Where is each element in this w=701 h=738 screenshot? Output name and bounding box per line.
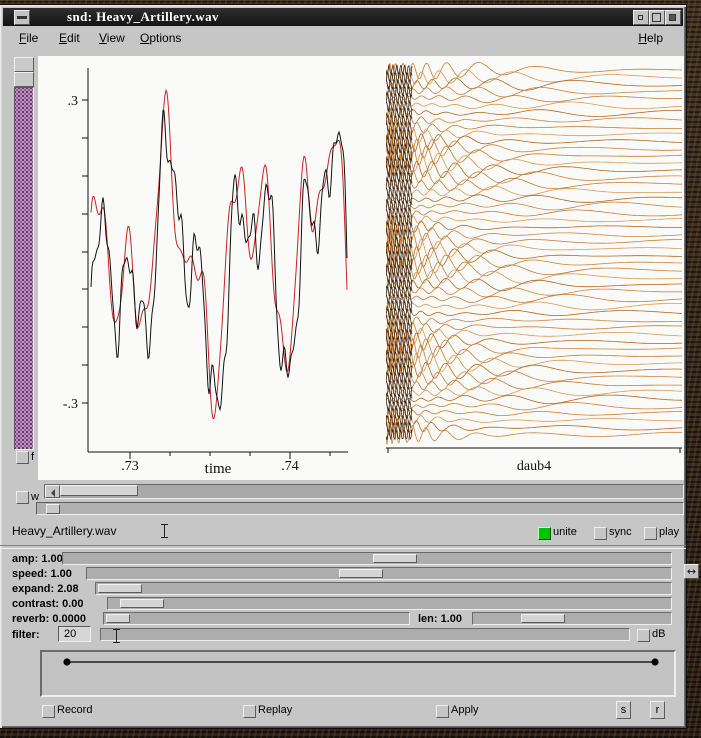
name-row-divider xyxy=(0,545,686,549)
horizontal-scrollbar-thumb[interactable] xyxy=(60,485,138,496)
contrast-label: contrast: 0.00 xyxy=(12,598,84,610)
x-axis-label: time xyxy=(205,461,232,477)
filter-field-cursor-icon xyxy=(113,629,120,643)
window-title: snd: Heavy_Artillery.wav xyxy=(67,9,219,25)
horizontal-scrollbar[interactable] xyxy=(44,484,684,499)
scroll-left-arrow-icon[interactable] xyxy=(45,485,60,498)
y-zoom-box-top[interactable] xyxy=(14,57,34,72)
apply-checkbox[interactable] xyxy=(436,705,449,718)
envelope-graph xyxy=(42,652,674,695)
speed-slider-thumb[interactable] xyxy=(339,569,383,578)
title-bar[interactable]: snd: Heavy_Artillery.wav xyxy=(3,8,683,26)
y-max-label: .3 xyxy=(68,94,79,109)
left-triangle-icon xyxy=(47,489,55,497)
reverb-len-slider[interactable] xyxy=(472,612,672,625)
reverb-len-label: len: 1.00 xyxy=(418,613,462,625)
y-min-label: -.3 xyxy=(63,397,78,412)
filter-label: filter: xyxy=(12,629,40,641)
reverb-slider[interactable] xyxy=(103,612,410,625)
unite-checkbox[interactable] xyxy=(538,527,551,540)
contrast-slider-thumb[interactable] xyxy=(120,599,164,608)
menu-help[interactable]: Help xyxy=(634,30,667,46)
menu-options-mnemonic: O xyxy=(140,31,149,45)
sync-label: sync xyxy=(609,526,632,538)
db-label: dB xyxy=(652,628,665,640)
speed-slider[interactable] xyxy=(86,567,672,580)
envelope-point-right[interactable] xyxy=(651,658,658,665)
menu-file-rest: ile xyxy=(26,31,38,45)
graph-display[interactable]: .3 -.3 .73 .74 time daub4 xyxy=(38,56,684,480)
menu-help-rest: elp xyxy=(647,31,663,45)
apply-label: Apply xyxy=(451,704,479,716)
record-label: Record xyxy=(57,704,92,716)
wavelet-plot xyxy=(386,62,682,444)
menu-edit-rest: dit xyxy=(67,31,80,45)
x-tick2-label: .74 xyxy=(281,459,299,474)
reverb-len-slider-thumb[interactable] xyxy=(521,614,565,623)
replay-label: Replay xyxy=(258,704,292,716)
unite-label: unite xyxy=(553,526,577,538)
record-checkbox[interactable] xyxy=(42,705,55,718)
reverb-slider-thumb[interactable] xyxy=(106,614,130,623)
menu-options-rest: ptions xyxy=(149,31,181,45)
waveform-plot xyxy=(91,90,347,418)
filter-order-input[interactable] xyxy=(58,626,91,642)
reverb-label: reverb: 0.0000 xyxy=(12,613,86,625)
menu-options[interactable]: Options xyxy=(136,30,185,46)
sync-checkbox[interactable] xyxy=(594,527,607,540)
envelope-point-left[interactable] xyxy=(63,658,70,665)
close-icon[interactable] xyxy=(665,10,681,25)
revert-button[interactable]: r xyxy=(650,701,665,719)
wavelet-axis xyxy=(386,448,682,453)
menu-view-mnemonic: V xyxy=(99,31,107,45)
menu-edit[interactable]: Edit xyxy=(55,30,84,46)
snd-window: snd: Heavy_Artillery.wav File Edit View … xyxy=(0,5,686,728)
sash-handle[interactable] xyxy=(46,504,60,514)
db-checkbox[interactable] xyxy=(637,629,650,642)
pane-sash[interactable] xyxy=(36,502,684,515)
play-checkbox[interactable] xyxy=(644,527,657,540)
window-menu-icon[interactable] xyxy=(14,10,30,25)
amp-label: amp: 1.00 xyxy=(12,553,63,565)
menu-file[interactable]: File xyxy=(15,30,42,46)
y-zoom-box-bottom[interactable] xyxy=(14,72,34,87)
menu-help-mnemonic: H xyxy=(638,31,647,45)
contrast-slider[interactable] xyxy=(107,597,672,610)
text-cursor-icon xyxy=(161,524,168,538)
expand-slider-thumb[interactable] xyxy=(98,584,142,593)
menu-view[interactable]: View xyxy=(95,30,129,46)
x-tick1-label: .73 xyxy=(121,459,139,474)
expand-slider[interactable] xyxy=(95,582,672,595)
wavelet-label: daub4 xyxy=(517,459,551,474)
expand-controls-arrow-icon[interactable]: ↔ xyxy=(684,564,699,579)
menu-bar: File Edit View Options Help xyxy=(3,26,683,49)
replay-checkbox[interactable] xyxy=(243,705,256,718)
expand-label: expand: 2.08 xyxy=(12,583,79,595)
filter-envelope-editor[interactable] xyxy=(40,650,676,697)
filter-envelope-field[interactable] xyxy=(100,628,630,641)
amp-slider[interactable] xyxy=(62,552,672,565)
w-checkbox[interactable] xyxy=(16,491,29,504)
sound-name-label: Heavy_Artillery.wav xyxy=(12,524,116,538)
desktop-background: { "window": { "title": "snd: Heavy_Artil… xyxy=(0,0,701,738)
graph-panel: .3 -.3 .73 .74 time daub4 xyxy=(38,56,684,480)
minimize-icon[interactable] xyxy=(633,10,649,25)
f-label: f xyxy=(31,451,34,463)
amp-slider-thumb[interactable] xyxy=(373,554,417,563)
maximize-icon[interactable] xyxy=(649,10,665,25)
save-button[interactable]: s xyxy=(616,701,631,719)
waveform-axes xyxy=(82,68,348,459)
menu-edit-mnemonic: E xyxy=(59,31,67,45)
play-label: play xyxy=(659,526,679,538)
vertical-zoom-scrollbar[interactable] xyxy=(14,87,34,450)
menu-view-rest: iew xyxy=(107,31,125,45)
f-checkbox[interactable] xyxy=(16,451,29,464)
speed-label: speed: 1.00 xyxy=(12,568,72,580)
